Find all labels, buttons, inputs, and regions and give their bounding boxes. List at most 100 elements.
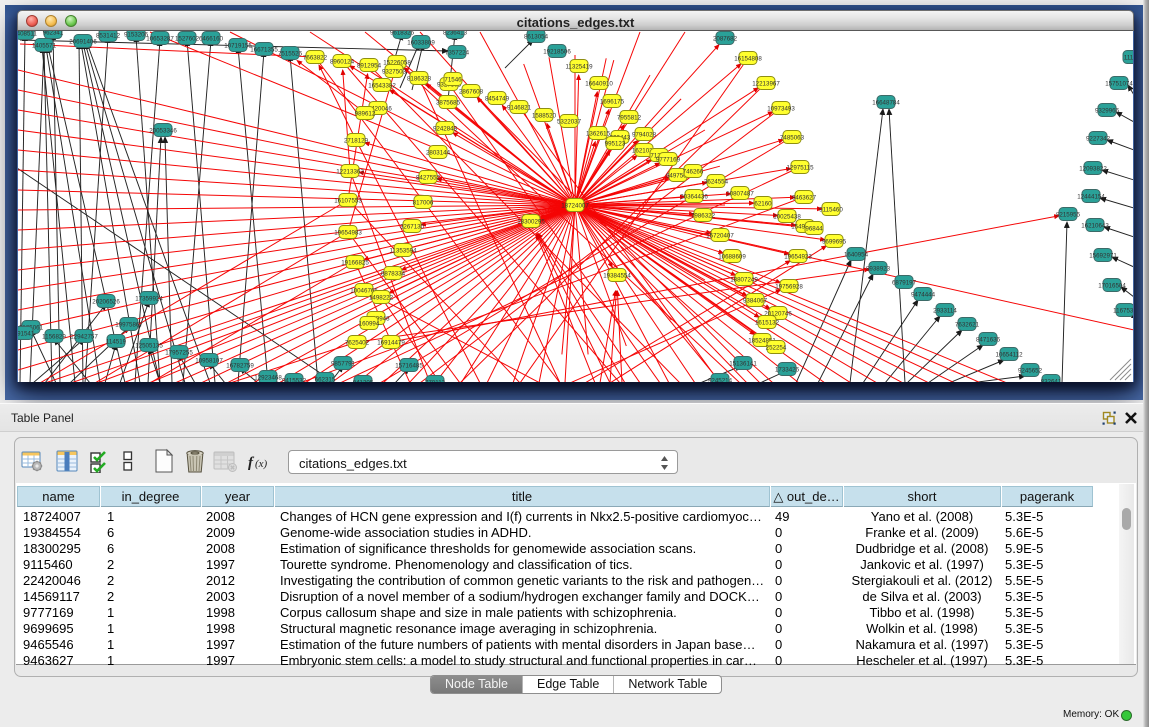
svg-text:(x): (x) <box>255 458 268 470</box>
svg-text:9327503: 9327503 <box>382 69 407 76</box>
svg-text:1498222: 1498222 <box>369 295 394 302</box>
svg-text:9245652: 9245652 <box>1018 368 1043 375</box>
svg-text:15136141: 15136141 <box>729 361 757 368</box>
svg-text:3875685: 3875685 <box>436 100 461 107</box>
svg-text:7955812: 7955812 <box>617 115 642 122</box>
svg-text:1615132: 1615132 <box>755 320 780 327</box>
svg-text:1527602: 1527602 <box>175 36 200 43</box>
svg-text:8878334: 8878334 <box>381 271 406 278</box>
svg-text:62160: 62160 <box>754 201 772 208</box>
svg-text:16782759: 16782759 <box>226 363 254 370</box>
svg-text:841205: 841205 <box>353 380 374 383</box>
svg-text:20364436: 20364436 <box>680 194 708 201</box>
svg-text:6466160: 6466160 <box>199 36 224 43</box>
svg-text:7632621: 7632621 <box>955 322 980 329</box>
svg-text:9463627: 9463627 <box>792 195 817 202</box>
svg-text:6879197: 6879197 <box>892 280 917 287</box>
svg-text:20206526: 20206526 <box>92 299 120 306</box>
svg-text:19654923: 19654923 <box>784 254 812 261</box>
svg-text:18807249: 18807249 <box>730 277 758 284</box>
svg-text:9699695: 9699695 <box>822 239 847 246</box>
svg-text:10688609: 10688609 <box>718 254 746 261</box>
svg-text:15692971: 15692971 <box>1089 253 1117 260</box>
svg-text:9777169: 9777169 <box>656 157 681 164</box>
svg-text:11353594: 11353594 <box>389 248 417 255</box>
svg-text:8960124: 8960124 <box>330 59 355 66</box>
svg-text:19756928: 19756928 <box>775 284 803 291</box>
svg-text:12942757: 12942757 <box>70 334 98 341</box>
svg-text:10653287: 10653287 <box>146 36 174 43</box>
svg-text:1167533: 1167533 <box>1113 308 1133 315</box>
svg-text:16210643: 16210643 <box>1081 223 1109 230</box>
svg-text:1588520: 1588520 <box>532 113 557 120</box>
svg-text:9242848: 9242848 <box>433 126 458 133</box>
svg-text:12444154: 12444154 <box>1077 194 1105 201</box>
svg-text:9153206: 9153206 <box>124 32 149 39</box>
svg-text:19384554: 19384554 <box>603 273 631 280</box>
svg-text:3267130: 3267130 <box>400 224 425 231</box>
svg-text:16107553: 16107553 <box>334 198 362 205</box>
svg-text:9415532: 9415532 <box>282 378 307 383</box>
svg-text:2803144: 2803144 <box>426 150 451 157</box>
svg-text:10654112: 10654112 <box>995 352 1023 359</box>
svg-text:8613054: 8613054 <box>524 34 549 41</box>
svg-text:16154808: 16154808 <box>734 56 762 63</box>
svg-text:391541: 391541 <box>18 331 35 338</box>
svg-text:96844: 96844 <box>805 226 823 233</box>
svg-text:1733426: 1733426 <box>775 367 800 374</box>
svg-text:16543382: 16543382 <box>368 83 396 90</box>
svg-text:17957255: 17957255 <box>165 350 193 357</box>
svg-text:8215955: 8215955 <box>1056 212 1081 219</box>
svg-text:20053346: 20053346 <box>149 128 177 135</box>
svg-text:16033809: 16033809 <box>407 40 435 47</box>
svg-text:9227342: 9227342 <box>1086 136 1111 143</box>
svg-text:160994: 160994 <box>359 321 380 328</box>
svg-text:2087682: 2087682 <box>713 36 738 43</box>
svg-text:8938923: 8938923 <box>866 266 891 273</box>
svg-text:2867608: 2867608 <box>459 89 484 96</box>
svg-text:9329966: 9329966 <box>1095 108 1120 115</box>
svg-text:19975867: 19975867 <box>115 322 143 329</box>
svg-text:995123: 995123 <box>605 141 626 148</box>
svg-text:8236413: 8236413 <box>443 31 468 37</box>
svg-text:10719155: 10719155 <box>224 43 252 50</box>
svg-text:662315: 662315 <box>315 377 336 383</box>
svg-text:5322037: 5322037 <box>557 119 582 126</box>
svg-text:19654983: 19654983 <box>334 230 362 237</box>
svg-text:12093822: 12093822 <box>1079 166 1107 173</box>
svg-text:12923468: 12923468 <box>254 375 282 382</box>
svg-text:15716485: 15716485 <box>395 363 423 370</box>
svg-text:9384067: 9384067 <box>743 298 768 305</box>
svg-text:1405571: 1405571 <box>32 43 57 50</box>
svg-text:9857791: 9857791 <box>331 361 356 368</box>
svg-text:7515526: 7515526 <box>278 51 303 58</box>
svg-text:832641: 832641 <box>1041 379 1062 383</box>
svg-text:12975115: 12975115 <box>786 165 814 172</box>
svg-text:817006: 817006 <box>413 200 434 207</box>
svg-text:2933114: 2933114 <box>933 308 957 315</box>
svg-text:7625402: 7625402 <box>345 340 370 347</box>
svg-text:8454749: 8454749 <box>485 96 510 103</box>
svg-text:8186328: 8186328 <box>407 76 432 83</box>
svg-text:19166825: 19166825 <box>341 260 369 267</box>
svg-text:12505135: 12505135 <box>135 343 163 350</box>
svg-text:1156829: 1156829 <box>42 334 66 341</box>
svg-text:9618326: 9618326 <box>390 31 415 37</box>
svg-text:15720407: 15720407 <box>706 233 734 240</box>
svg-text:746266: 746266 <box>683 169 704 176</box>
svg-text:10973493: 10973493 <box>767 106 795 113</box>
svg-text:11123: 11123 <box>1124 55 1133 62</box>
svg-text:17359924: 17359924 <box>135 296 163 303</box>
svg-text:7485063: 7485063 <box>780 135 805 142</box>
svg-text:9794028: 9794028 <box>632 132 657 139</box>
svg-text:9146821: 9146821 <box>507 105 532 112</box>
svg-text:7663822: 7663822 <box>303 55 328 62</box>
svg-text:19218506: 19218506 <box>543 49 571 56</box>
svg-text:9474444: 9474444 <box>911 292 936 299</box>
svg-text:10958107: 10958107 <box>195 358 223 365</box>
svg-text:989612: 989612 <box>355 111 376 118</box>
svg-text:770112: 770112 <box>425 380 446 383</box>
svg-text:12213967: 12213967 <box>752 81 780 88</box>
svg-text:20691406: 20691406 <box>69 39 97 46</box>
svg-text:8471636: 8471636 <box>976 337 1001 344</box>
